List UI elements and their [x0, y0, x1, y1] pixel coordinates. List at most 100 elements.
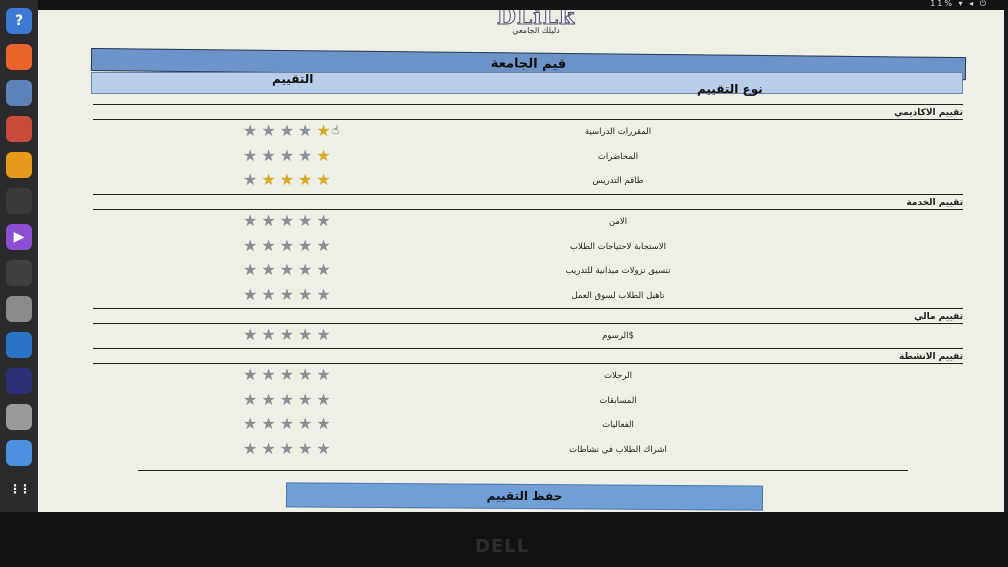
star-icon[interactable]: ★ — [280, 440, 294, 457]
star-icon[interactable]: ★ — [298, 327, 312, 343]
text-editor-icon[interactable] — [6, 296, 32, 322]
save-rating-button[interactable]: حفظ التقييم — [285, 482, 764, 511]
postgresql-icon[interactable] — [6, 80, 32, 106]
star-icon[interactable]: ★ — [298, 213, 312, 229]
star-icon[interactable]: ★ — [243, 440, 257, 457]
star-icon[interactable]: ★ — [280, 286, 294, 303]
star-icon[interactable]: ★ — [261, 123, 275, 139]
star-icon[interactable]: ★ — [261, 391, 275, 408]
star-icon[interactable]: ★ — [261, 262, 275, 278]
star-icon[interactable]: ★ — [280, 147, 294, 164]
section-title: تقييم مالي — [914, 312, 963, 322]
star-icon[interactable]: ★ — [316, 327, 330, 343]
section-title: تقييم الاكاديمي — [894, 108, 963, 118]
star-icon[interactable]: ★ — [316, 391, 330, 408]
star-icon[interactable]: ★ — [243, 391, 257, 408]
firefox-icon[interactable] — [6, 44, 32, 70]
star-icon[interactable]: ★ — [261, 147, 275, 164]
help-icon[interactable]: ? — [6, 8, 32, 34]
rhythmbox-icon[interactable] — [6, 152, 32, 178]
rating-item-label: المحاضرات — [597, 151, 639, 162]
site-logo[interactable]: DLiLk دليلك الجامعي — [496, 10, 576, 35]
divider — [138, 470, 908, 471]
star-icon[interactable]: ★ — [298, 123, 312, 139]
star-icon[interactable]: ★ — [316, 147, 330, 164]
star-icon[interactable]: ★ — [280, 172, 294, 188]
star-icon[interactable]: ★ — [298, 367, 312, 383]
android-tools-icon[interactable] — [6, 260, 32, 286]
star-icon[interactable]: ★ — [298, 416, 312, 432]
star-icon[interactable]: ★ — [261, 237, 275, 254]
star-icon[interactable]: ★ — [298, 237, 312, 254]
star-icon[interactable]: ★ — [316, 237, 330, 254]
rating-item-label: تاهيل الطلاب لسوق العمل — [571, 290, 665, 301]
rating-item-label: الامن — [608, 217, 628, 227]
star-icon[interactable]: ★ — [280, 391, 294, 408]
browser-page: DLiLk دليلك الجامعي قيم الجامعة التقييم … — [38, 10, 1004, 512]
star-icon[interactable]: ★ — [243, 367, 257, 383]
rating-item-label: الرسوم$ — [602, 331, 634, 341]
star-icon[interactable]: ★ — [298, 286, 312, 303]
chrome-icon[interactable] — [6, 440, 32, 466]
system-indicators[interactable]: 11% ▾ ◂ ⏻ — [930, 0, 988, 9]
dock: ? ▶ ⋮⋮ — [0, 0, 38, 512]
video-player-icon[interactable]: ▶ — [6, 224, 32, 250]
star-icon[interactable]: ★ — [280, 213, 294, 229]
star-icon[interactable]: ★ — [316, 286, 330, 303]
star-icon[interactable]: ★ — [243, 237, 257, 254]
star-icon[interactable]: ★ — [280, 327, 294, 343]
divider — [93, 308, 963, 309]
vscode-icon[interactable] — [6, 332, 32, 358]
star-icon[interactable]: ★ — [261, 172, 275, 188]
star-icon[interactable]: ★ — [298, 391, 312, 408]
star-rating: ★ ★ ★ ★ ★ — [243, 327, 331, 343]
star-icon[interactable]: ★ — [243, 416, 257, 432]
star-icon[interactable]: ★ — [280, 367, 294, 383]
app-grid-icon[interactable]: ⋮⋮ — [6, 476, 32, 502]
star-icon[interactable]: ★ — [316, 367, 330, 383]
star-icon[interactable]: ★ — [243, 123, 257, 139]
mouse-cursor-icon: ☝ — [332, 123, 340, 137]
calculator-icon[interactable] — [6, 116, 32, 142]
star-icon[interactable]: ★ — [316, 416, 330, 432]
terminal-icon[interactable] — [6, 188, 32, 214]
column-header-type: نوع التقييم — [697, 82, 763, 96]
star-icon[interactable]: ★ — [243, 213, 257, 229]
rating-item-label: تنسيق نزولات ميدانية للتدريب — [565, 266, 671, 277]
star-icon[interactable]: ★ — [243, 147, 257, 164]
star-icon[interactable]: ★ — [261, 440, 275, 457]
star-icon[interactable]: ★ — [316, 262, 330, 278]
star-icon[interactable]: ★ — [298, 440, 312, 457]
section-title: تقييم الخدمة — [906, 198, 963, 208]
rating-item-label: طاقم التدريس — [592, 176, 644, 187]
star-icon[interactable]: ★ — [316, 123, 330, 139]
star-icon[interactable]: ★ — [261, 367, 275, 383]
monitor-bezel: DELL — [0, 512, 1008, 567]
star-icon[interactable]: ★ — [316, 440, 330, 457]
star-icon[interactable]: ★ — [280, 123, 294, 139]
eclipse-icon[interactable] — [6, 368, 32, 394]
star-icon[interactable]: ★ — [280, 416, 294, 432]
star-icon[interactable]: ★ — [261, 327, 275, 343]
star-icon[interactable]: ★ — [261, 213, 275, 229]
star-icon[interactable]: ★ — [316, 213, 330, 229]
star-icon[interactable]: ★ — [280, 262, 294, 278]
files-icon[interactable] — [6, 404, 32, 430]
star-icon[interactable]: ★ — [243, 327, 257, 343]
star-icon[interactable]: ★ — [298, 262, 312, 278]
star-icon[interactable]: ★ — [243, 172, 257, 188]
star-icon[interactable]: ★ — [261, 286, 275, 303]
star-icon[interactable]: ★ — [280, 237, 294, 254]
star-icon[interactable]: ★ — [316, 172, 330, 188]
star-icon[interactable]: ★ — [243, 262, 257, 278]
star-icon[interactable]: ★ — [261, 416, 275, 432]
divider — [93, 209, 963, 210]
divider — [93, 104, 963, 105]
star-icon[interactable]: ★ — [298, 172, 312, 188]
star-icon[interactable]: ★ — [298, 147, 312, 164]
star-rating: ★ ★ ★ ★ ★ — [243, 391, 331, 408]
star-icon[interactable]: ★ — [243, 286, 257, 303]
divider — [93, 348, 963, 349]
top-bar: 11% ▾ ◂ ⏻ — [38, 0, 1008, 10]
rating-item-label: المسابقات — [599, 395, 637, 406]
